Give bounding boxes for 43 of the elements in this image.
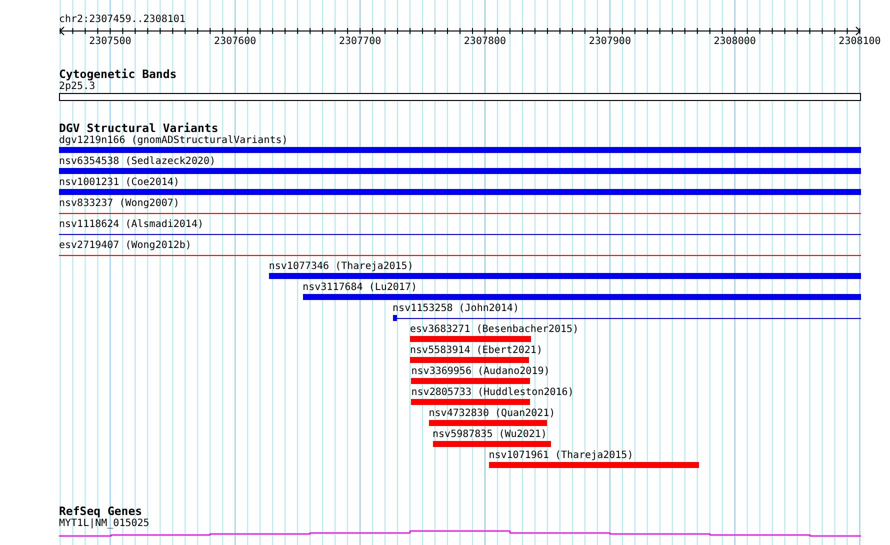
variant-bar[interactable] xyxy=(411,378,530,384)
ruler-tick-label: 2308000 xyxy=(714,36,756,48)
feature-label: nsv4732830 (Quan2021) xyxy=(428,408,556,420)
gene-label: MYT1L|NM_015025 xyxy=(59,518,150,530)
feature-label: nsv6354538 (Sedlazeck2020) xyxy=(59,156,216,168)
ruler-tick-label: 2307900 xyxy=(588,36,631,48)
track-title: DGV Structural Variants xyxy=(59,122,218,135)
feature-label: dgv1219n166 (gnomADStructuralVariants) xyxy=(59,135,288,147)
feature-label: nsv1077346 (Thareja2015) xyxy=(268,261,414,273)
variant-bar[interactable] xyxy=(428,420,548,426)
feature-label: nsv2805733 (Huddleston2016) xyxy=(411,387,574,399)
variant-bar[interactable] xyxy=(411,399,530,405)
ruler-tick-label: 2307600 xyxy=(214,36,256,48)
variant-bar[interactable] xyxy=(59,147,861,153)
feature-label: esv2719407 (Wong2012b) xyxy=(59,240,192,252)
band-label: 2p25.3 xyxy=(59,81,96,93)
location-label: chr2:2307459..2308101 xyxy=(59,14,186,26)
feature-label: nsv1118624 (Alsmadi2014) xyxy=(59,219,204,231)
track-title: RefSeq Genes xyxy=(59,505,142,518)
feature-label: nsv833237 (Wong2007) xyxy=(59,198,180,210)
feature-label: nsv5987835 (Wu2021) xyxy=(432,429,547,441)
feature-label: esv3683271 (Besenbacher2015) xyxy=(410,324,579,336)
variant-bar[interactable] xyxy=(488,462,699,468)
variant-bar[interactable] xyxy=(410,336,532,342)
feature-label: nsv5583914 (Ebert2021) xyxy=(410,345,542,357)
variant-bar[interactable] xyxy=(268,273,861,279)
variant-line[interactable] xyxy=(392,315,861,321)
feature-label: nsv1071961 (Thareja2015) xyxy=(488,450,634,462)
feature-label: nsv1153258 (John2014) xyxy=(392,303,519,315)
ruler-tick-label: 2307500 xyxy=(89,36,132,48)
variant-bar[interactable] xyxy=(432,441,552,447)
variant-bar[interactable] xyxy=(410,357,529,363)
variant-bar[interactable] xyxy=(59,168,861,174)
track-title: Cytogenetic Bands xyxy=(59,68,177,81)
variant-bar[interactable] xyxy=(302,294,861,300)
feature-label: nsv1001231 (Coe2014) xyxy=(59,177,180,189)
ruler-tick-label: 2308100 xyxy=(838,36,881,48)
ruler-tick-label: 2307700 xyxy=(338,36,382,48)
variant-bar[interactable] xyxy=(59,189,861,195)
feature-label: nsv3117684 (Lu2017) xyxy=(302,282,417,294)
gene-model-drawing[interactable] xyxy=(59,530,861,538)
ruler-tick-label: 2307800 xyxy=(464,36,506,48)
feature-label: nsv3369956 (Audano2019) xyxy=(411,366,550,378)
